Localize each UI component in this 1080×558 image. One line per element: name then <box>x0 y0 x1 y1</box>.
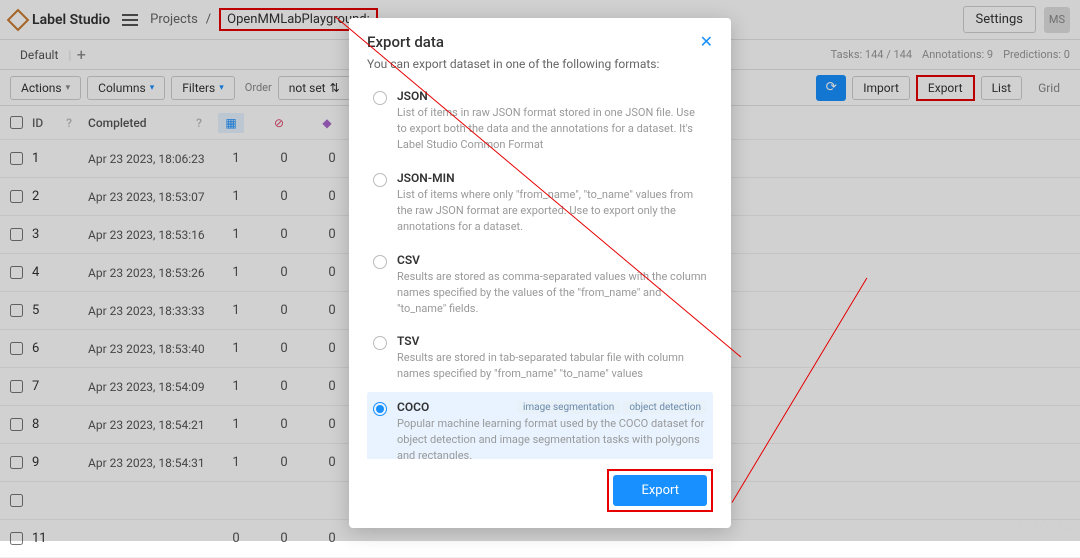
radio-icon[interactable] <box>373 255 387 269</box>
modal-overlay: Export data ✕ You can export dataset in … <box>0 0 1080 541</box>
modal-export-button[interactable]: Export <box>613 475 707 506</box>
radio-icon[interactable] <box>373 91 387 105</box>
watermark: @51CTO博客 <box>998 516 1074 535</box>
modal-title: Export data <box>367 33 444 51</box>
format-desc: Results are stored in tab-separated tabu… <box>397 350 707 382</box>
format-name: JSON-MIN <box>397 171 455 185</box>
radio-icon[interactable] <box>373 336 387 350</box>
format-name: JSON <box>397 89 428 103</box>
format-desc: Popular machine learning format used by … <box>397 416 707 459</box>
format-name: CSV <box>397 253 420 267</box>
export-format-option[interactable]: CSV Results are stored as comma-separated… <box>367 245 713 325</box>
export-modal: Export data ✕ You can export dataset in … <box>349 18 731 528</box>
radio-icon[interactable] <box>373 402 387 416</box>
format-tag: object detection <box>623 401 707 414</box>
close-icon[interactable]: ✕ <box>700 32 713 51</box>
export-format-option[interactable]: JSON List of items in raw JSON format sto… <box>367 81 713 161</box>
format-desc: List of items in raw JSON format stored … <box>397 105 707 153</box>
export-format-option[interactable]: JSON-MIN List of items where only "from_n… <box>367 163 713 243</box>
format-desc: List of items where only "from_name", "t… <box>397 187 707 235</box>
radio-icon[interactable] <box>373 173 387 187</box>
format-tag: image segmentation <box>517 401 620 414</box>
export-format-option[interactable]: TSV Results are stored in tab-separated t… <box>367 326 713 390</box>
modal-subtitle: You can export dataset in one of the fol… <box>349 57 731 81</box>
export-format-option[interactable]: COCO image segmentationobject detection Po… <box>367 392 713 459</box>
format-name: TSV <box>397 334 419 348</box>
format-desc: Results are stored as comma-separated va… <box>397 269 707 317</box>
format-name: COCO <box>397 400 429 414</box>
